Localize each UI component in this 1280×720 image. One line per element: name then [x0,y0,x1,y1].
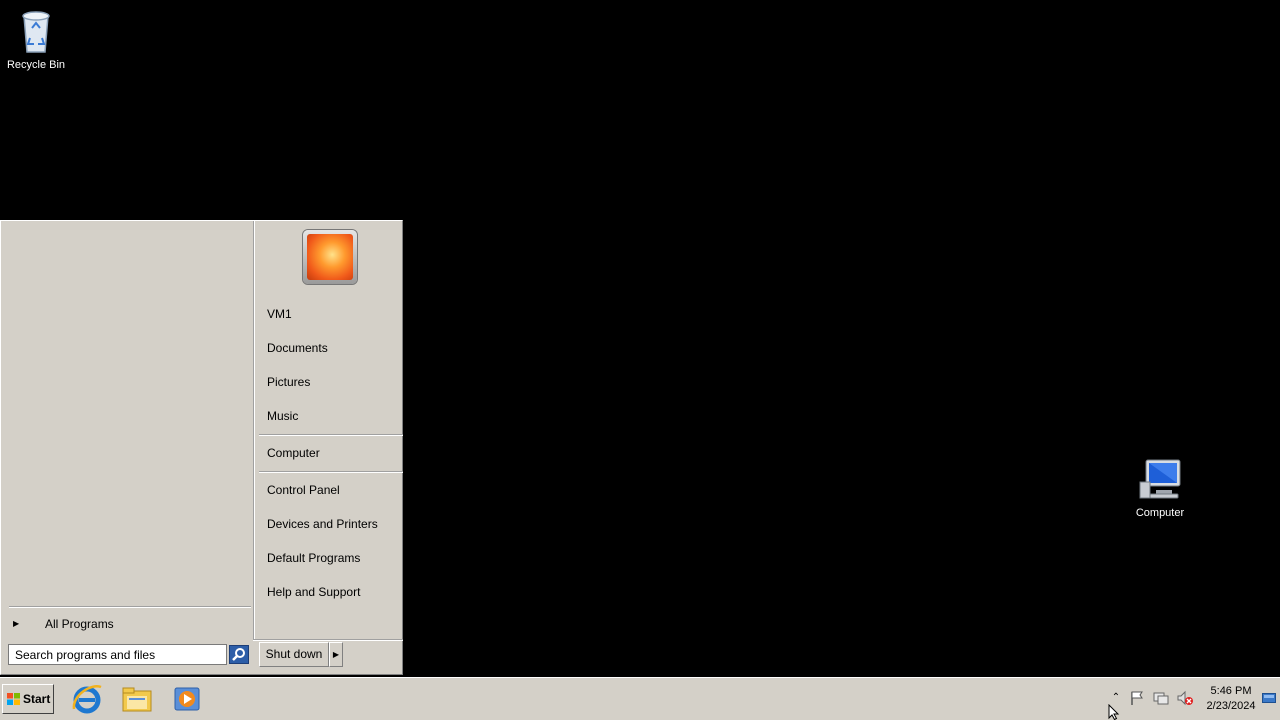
start-menu: ▶ All Programs VM1 Documents Pictures Mu… [0,220,403,675]
user-picture[interactable] [303,230,357,284]
start-menu-bottom-bar: Shut down ▶ [1,639,403,674]
recycle-bin-label: Recycle Bin [6,59,66,71]
recycle-bin-icon [22,11,50,53]
search-button[interactable] [229,645,249,664]
all-programs-button[interactable]: ▶ All Programs [9,613,249,635]
menu-item-music[interactable]: Music [267,405,298,427]
shut-down-button[interactable]: Shut down [259,642,329,667]
network-icon[interactable] [1153,690,1169,706]
internet-explorer-icon [72,684,102,714]
show-desktop-icon[interactable] [1262,691,1276,705]
computer-label: Computer [1135,507,1185,519]
menu-separator [259,434,403,436]
menu-item-user-folder[interactable]: VM1 [267,303,292,325]
computer-desktop-icon[interactable]: Computer [1124,458,1196,519]
places-pane: VM1 Documents Pictures Music Computer Co… [257,221,403,639]
windows-explorer-taskbar-button[interactable] [120,683,154,715]
taskbar: Start ⌃ 5:46 PM 2/23/2024 [0,677,1280,720]
windows-logo-icon [7,693,20,705]
pane-divider [253,221,255,639]
recycle-bin-desktop-icon[interactable]: Recycle Bin [0,8,72,71]
media-player-icon [174,687,200,711]
shut-down-options-button[interactable]: ▶ [329,642,343,667]
search-input[interactable] [8,644,227,665]
menu-item-pictures[interactable]: Pictures [267,371,310,393]
start-label: Start [23,692,51,706]
computer-icon [1139,459,1181,499]
menu-item-devices-printers[interactable]: Devices and Printers [267,513,378,535]
menu-item-help-support[interactable]: Help and Support [267,581,360,603]
windows-explorer-icon [122,687,152,712]
magnifier-icon [232,648,245,661]
media-player-taskbar-button[interactable] [170,683,204,715]
start-button[interactable]: Start [2,684,54,714]
all-programs-label: All Programs [45,617,114,631]
menu-item-computer[interactable]: Computer [267,442,320,464]
triangle-right-icon: ▶ [13,619,20,628]
bottom-separator [253,639,403,641]
clock-time: 5:46 PM [1210,685,1252,697]
action-center-flag-icon[interactable] [1129,690,1145,706]
programs-pane [3,223,253,637]
triangle-right-icon: ▶ [332,650,340,659]
menu-item-documents[interactable]: Documents [267,337,328,359]
menu-item-control-panel[interactable]: Control Panel [267,479,340,501]
system-clock[interactable]: 5:46 PM 2/23/2024 [1200,684,1262,714]
volume-muted-icon[interactable] [1177,690,1193,706]
menu-item-default-programs[interactable]: Default Programs [267,547,360,569]
menu-separator [259,471,403,473]
flower-avatar-icon [307,234,353,280]
clock-date: 2/23/2024 [1206,700,1256,712]
mouse-cursor-icon [1108,704,1120,720]
programs-separator [9,606,251,608]
internet-explorer-taskbar-button[interactable] [70,683,104,715]
